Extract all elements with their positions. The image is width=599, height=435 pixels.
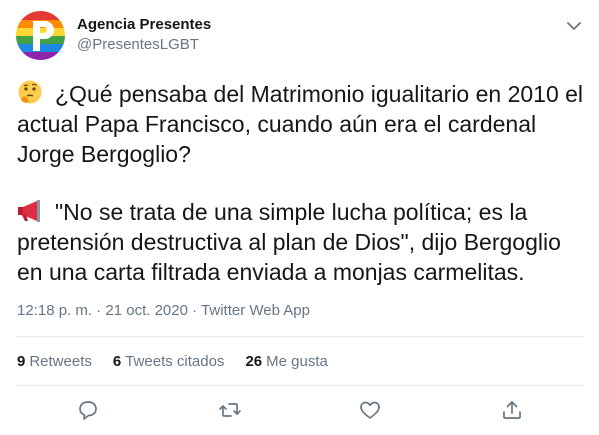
retweets-label: Retweets — [29, 353, 92, 370]
quotes-label: Tweets citados — [125, 353, 225, 370]
avatar[interactable] — [16, 11, 65, 60]
share-button[interactable] — [500, 398, 524, 422]
loudspeaker-icon — [17, 199, 45, 223]
tweet-date[interactable]: 21 oct. 2020 — [105, 302, 188, 319]
tweet-time[interactable]: 12:18 p. m. — [17, 302, 92, 319]
tweet-text-2: "No se trata de una simple lucha polític… — [17, 199, 561, 285]
quotes-count: 6 — [112, 353, 122, 370]
reply-button[interactable] — [76, 398, 100, 422]
tweet-source-app[interactable]: Twitter Web App — [201, 302, 310, 319]
tweet-paragraph-1: ¿Qué pensaba del Matrimonio igualitario … — [17, 79, 585, 169]
meta-separator: · — [92, 302, 106, 319]
divider — [16, 336, 584, 337]
like-button[interactable] — [358, 398, 382, 422]
tweet-paragraph-2: "No se trata de una simple lucha polític… — [17, 197, 585, 287]
likes-count: 26 — [245, 353, 263, 370]
more-options-button[interactable] — [563, 15, 585, 37]
retweet-button[interactable] — [218, 398, 242, 422]
chevron-down-icon — [567, 21, 581, 30]
retweet-icon — [219, 403, 241, 417]
heart-icon — [360, 401, 380, 419]
tweet-actions — [0, 392, 599, 428]
thinking-face-icon — [17, 79, 45, 104]
tweet-stats: 9 Retweets 6 Tweets citados 26 Me gusta — [17, 353, 328, 370]
author-handle[interactable]: @PresentesLGBT — [77, 36, 199, 53]
tweet-meta: 12:18 p. m. · 21 oct. 2020 · Twitter Web… — [17, 302, 310, 319]
author-name[interactable]: Agencia Presentes — [77, 16, 211, 33]
meta-separator: · — [187, 302, 202, 319]
presentes-logo-icon — [16, 11, 65, 60]
reply-icon — [79, 401, 97, 420]
quote-tweets-stat[interactable]: 6 Tweets citados — [113, 353, 225, 370]
tweet-card: Agencia Presentes @PresentesLGBT ¿Qué pe… — [0, 0, 599, 435]
share-icon — [503, 401, 521, 419]
divider — [16, 385, 584, 386]
likes-label: Me gusta — [266, 353, 328, 370]
tweet-text-1: ¿Qué pensaba del Matrimonio igualitario … — [17, 81, 584, 167]
retweets-count: 9 — [17, 353, 26, 370]
retweets-stat[interactable]: 9 Retweets — [17, 353, 92, 370]
likes-stat[interactable]: 26 Me gusta — [245, 353, 327, 370]
